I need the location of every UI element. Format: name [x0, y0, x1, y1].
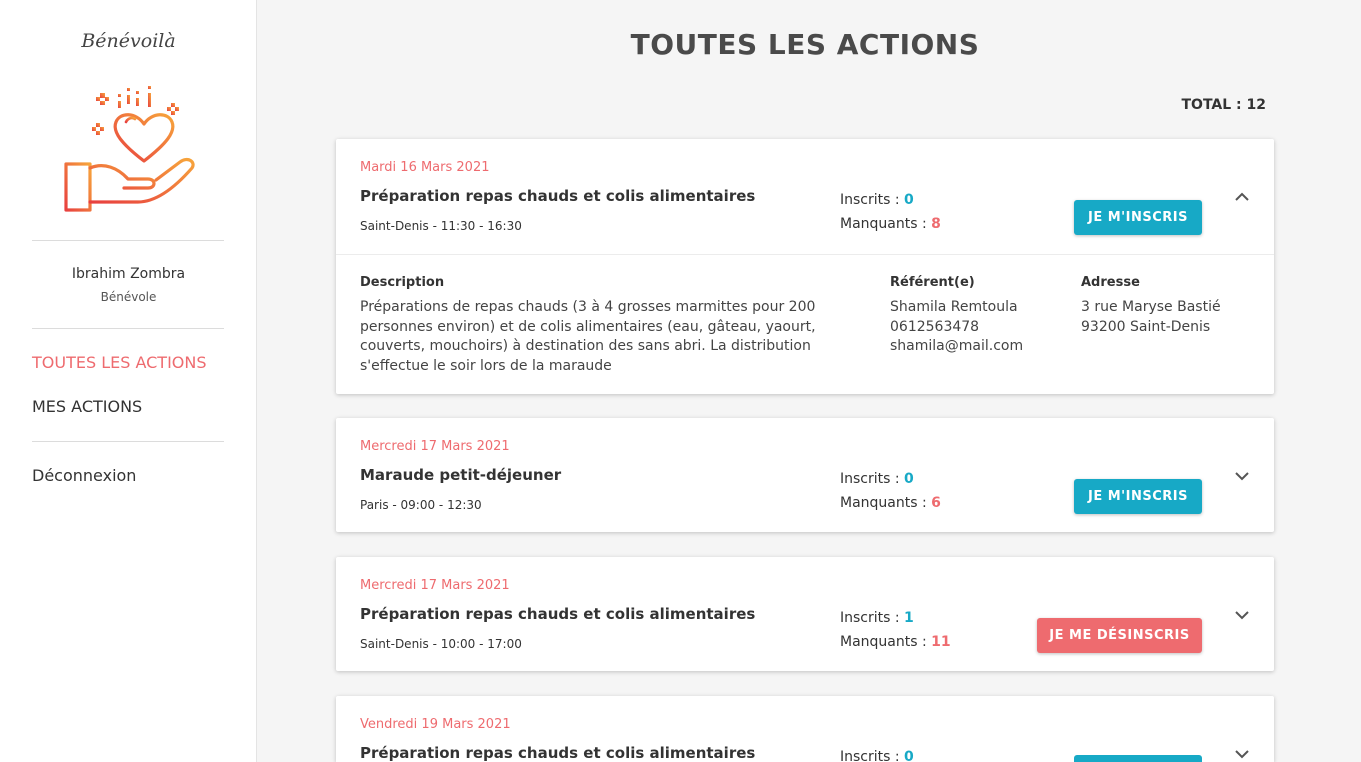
action-date: Mercredi 17 Mars 2021	[360, 439, 510, 454]
sidebar-divider	[32, 328, 224, 329]
page-title: TOUTES LES ACTIONS	[630, 28, 980, 61]
description-text: Préparations de repas chauds (3 à 4 gros…	[360, 298, 816, 376]
manquants-value: 8	[931, 216, 941, 232]
action-date: Vendredi 19 Mars 2021	[360, 717, 511, 732]
sidebar-divider	[32, 441, 224, 442]
action-title: Préparation repas chauds et colis alimen…	[360, 187, 756, 205]
chevron-up-icon[interactable]	[1234, 191, 1250, 203]
total-count: TOTAL : 12	[1181, 97, 1267, 113]
user-role: Bénévole	[100, 290, 157, 304]
description-heading: Description	[360, 275, 445, 290]
join-button[interactable]: JE M'INSCRIS	[1074, 479, 1202, 514]
description-line: couverts, mouchoirs) à destination des s…	[360, 338, 811, 354]
description-line: s'effectue le soir lors de la maraude	[360, 357, 612, 374]
manquants-count: Manquants : 11	[840, 634, 951, 650]
inscrits-count: Inscrits : 0	[840, 471, 914, 487]
action-card: Mardi 16 Mars 2021 Préparation repas cha…	[336, 139, 1274, 394]
address-line: 93200 Saint-Denis	[1081, 318, 1211, 335]
referent-name: Shamila Remtoula	[890, 299, 1018, 315]
action-place-time: Paris - 09:00 - 12:30	[360, 498, 482, 512]
manquants-label: Manquants :	[840, 634, 932, 650]
sidebar-divider	[32, 240, 224, 241]
action-card: Vendredi 19 Mars 2021 Préparation repas …	[336, 696, 1274, 762]
manquants-count: Manquants : 8	[840, 216, 941, 232]
chevron-down-icon[interactable]	[1234, 470, 1250, 482]
action-card: Mercredi 17 Mars 2021 Maraude petit-déje…	[336, 418, 1274, 532]
referent-phone: 0612563478	[890, 318, 980, 335]
action-title: Préparation repas chauds et colis alimen…	[360, 605, 756, 623]
action-date: Mardi 16 Mars 2021	[360, 160, 490, 175]
inscrits-value: 0	[904, 749, 914, 762]
inscrits-count: Inscrits : 0	[840, 749, 914, 762]
inscrits-label: Inscrits :	[840, 192, 905, 208]
inscrits-label: Inscrits :	[840, 610, 905, 626]
nav-item-toutes-les-actions[interactable]: TOUTES LES ACTIONS	[32, 353, 207, 372]
user-name: Ibrahim Zombra	[71, 266, 186, 282]
chevron-down-icon[interactable]	[1234, 609, 1250, 621]
description-line: personnes environ) et de colis alimentai…	[360, 318, 816, 335]
address-info: 3 rue Maryse Bastié 93200 Saint-Denis	[1081, 298, 1221, 337]
referent-heading: Référent(e)	[890, 275, 975, 290]
inscrits-value: 1	[904, 610, 914, 626]
leave-button[interactable]: JE ME DÉSINSCRIS	[1037, 618, 1202, 653]
brand-name: Bénévoilà	[81, 30, 176, 52]
manquants-label: Manquants :	[840, 216, 932, 232]
action-title: Préparation repas chauds et colis alimen…	[360, 744, 756, 762]
address-heading: Adresse	[1081, 275, 1140, 290]
inscrits-count: Inscrits : 1	[840, 610, 914, 626]
join-button[interactable]	[1074, 755, 1202, 762]
action-place-time: Saint-Denis - 11:30 - 16:30	[360, 219, 522, 233]
action-details: Description Préparations de repas chauds…	[336, 254, 1274, 394]
referent-info: Shamila Remtoula 0612563478 shamila@mail…	[890, 298, 1023, 357]
manquants-value: 11	[931, 634, 951, 650]
inscrits-label: Inscrits :	[840, 749, 905, 762]
referent-email: shamila@mail.com	[890, 338, 1024, 354]
chevron-down-icon[interactable]	[1234, 748, 1250, 760]
action-place-time: Saint-Denis - 10:00 - 17:00	[360, 637, 522, 651]
manquants-label: Manquants :	[840, 495, 932, 511]
sidebar: Bénévoilà Ibrahim Zombra Bénévole TOUTES…	[0, 0, 257, 762]
inscrits-label: Inscrits :	[840, 471, 905, 487]
logout-link[interactable]: Déconnexion	[32, 466, 136, 485]
join-button[interactable]: JE M'INSCRIS	[1074, 200, 1202, 235]
action-title: Maraude petit-déjeuner	[360, 466, 562, 484]
action-date: Mercredi 17 Mars 2021	[360, 578, 510, 593]
inscrits-count: Inscrits : 0	[840, 192, 914, 208]
inscrits-value: 0	[904, 471, 914, 487]
description-line: Préparations de repas chauds (3 à 4 gros…	[360, 299, 816, 315]
manquants-count: Manquants : 6	[840, 495, 941, 511]
heart-hand-logo-icon	[64, 86, 195, 212]
action-card: Mercredi 17 Mars 2021 Préparation repas …	[336, 557, 1274, 671]
nav-item-mes-actions[interactable]: MES ACTIONS	[32, 397, 142, 416]
manquants-value: 6	[931, 495, 941, 511]
inscrits-value: 0	[904, 192, 914, 208]
address-line: 3 rue Maryse Bastié	[1081, 299, 1221, 315]
